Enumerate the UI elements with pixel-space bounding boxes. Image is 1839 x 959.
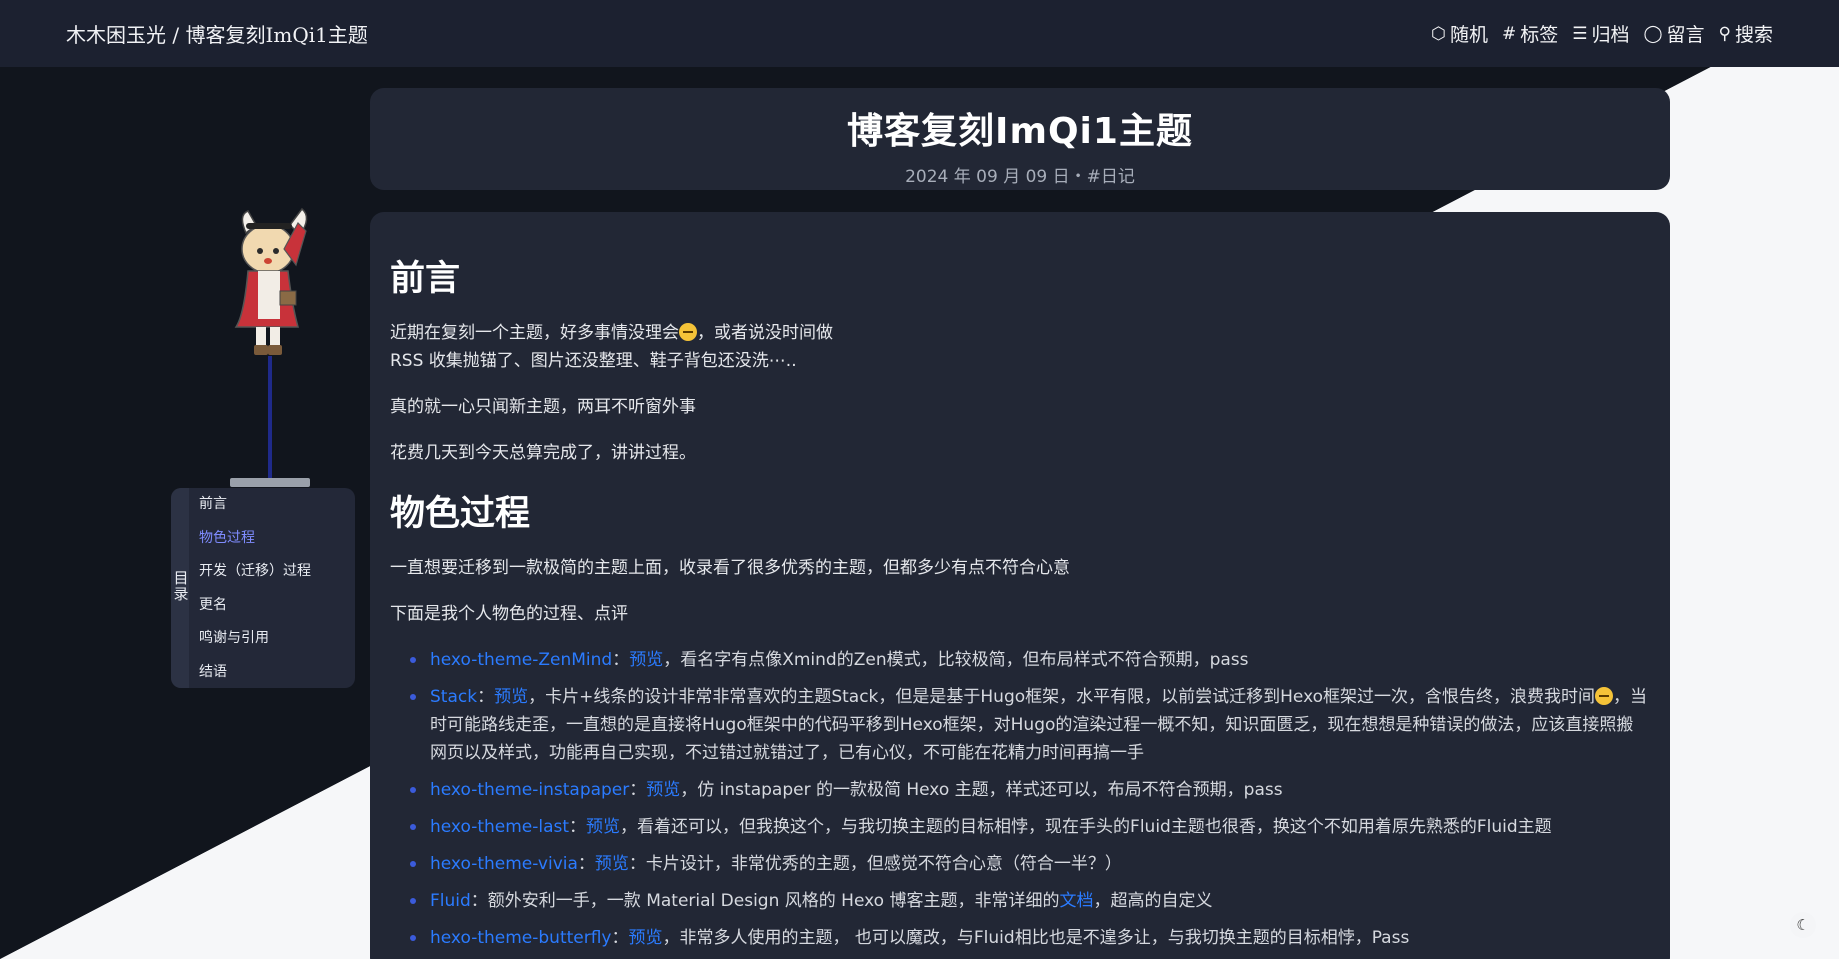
nav-links: ⬡ 随机 # 标签 ☰ 归档 ◯ 留言 ⚲ 搜索 — [1431, 20, 1773, 47]
heading-intro: 前言 — [390, 259, 461, 299]
toc-item-process[interactable]: 物色过程 — [199, 528, 311, 562]
pendulum-bar[interactable] — [230, 478, 310, 487]
paragraph-1-a: 近期在复刻一个主题，好多事情没理会 — [390, 323, 679, 343]
expressionless-emoji-icon — [1595, 687, 1614, 705]
preview-link[interactable]: 预览 — [595, 854, 629, 874]
expressionless-emoji-icon — [679, 323, 697, 341]
page: 木木困玉光 / 博客复刻ImQi1主题 ⬡ 随机 # 标签 ☰ 归档 ◯ 留言 … — [0, 0, 1839, 959]
toc-item-dev[interactable]: 开发（迁移）过程 — [199, 561, 311, 595]
paragraph-1: 近期在复刻一个主题，好多事情没理会 ，或者说没时间做 RSS 收集抛锚了、图片还没… — [390, 319, 1650, 375]
nav-search[interactable]: ⚲ 搜索 — [1719, 20, 1773, 47]
paragraph-5: 下面是我个人物色的过程、点评 — [390, 604, 628, 624]
nav-comments[interactable]: ◯ 留言 — [1643, 20, 1704, 47]
theme-toggle-button[interactable]: ☾ — [1790, 912, 1816, 938]
preview-link[interactable]: 预览 — [646, 780, 680, 800]
link-stack[interactable]: Stack — [430, 687, 477, 707]
pendulum-rope — [268, 356, 272, 478]
item-text: ，看名字有点像Xmind的Zen模式，比较极简，但布局样式不符合预期，pass — [663, 650, 1249, 670]
list-icon: ☰ — [1572, 23, 1588, 44]
post-content-card: 前言 近期在复刻一个主题，好多事情没理会 ，或者说没时间做 RSS 收集抛锚了、图… — [370, 212, 1670, 959]
toc-list: 前言 物色过程 开发（迁移）过程 更名 鸣谢与引用 结语 — [199, 494, 311, 695]
preview-link[interactable]: 预览 — [629, 650, 663, 670]
link-butterfly[interactable]: hexo-theme-butterfly — [430, 928, 612, 948]
list-item: hexo-theme-ZenMind：预览，看名字有点像Xmind的Zen模式，… — [410, 646, 1650, 674]
item-text: ：卡片设计，非常优秀的主题，但感觉不符合心意（符合一半？） — [628, 854, 1122, 874]
hash-icon: # — [1501, 23, 1517, 44]
paragraph-1-b: ，或者说没时间做 — [697, 323, 833, 343]
item-text: ：额外安利一手，一款 Material Design 风格的 Hexo 博客主题… — [470, 891, 1060, 911]
nav-archive[interactable]: ☰ 归档 — [1572, 20, 1629, 47]
paragraph-4: 一直想要迁移到一款极简的主题上面，收录看了很多优秀的主题，但都多少有点不符合心意 — [390, 558, 1070, 578]
nav-comments-label: 留言 — [1666, 24, 1705, 46]
post-header-card: 博客复刻ImQi1主题 2024 年 09 月 09 日・#日记 — [370, 88, 1670, 190]
paragraph-1-c: RSS 收集抛锚了、图片还没整理、鞋子背包还没洗⋯.. — [390, 351, 797, 371]
toc-item-thanks[interactable]: 鸣谢与引用 — [199, 628, 311, 662]
preview-link[interactable]: 预览 — [629, 928, 663, 948]
nav-tags[interactable]: # 标签 — [1502, 20, 1558, 47]
heading-process: 物色过程 — [390, 494, 531, 534]
nav-tags-label: 标签 — [1520, 24, 1559, 46]
top-nav: 木木困玉光 / 博客复刻ImQi1主题 ⬡ 随机 # 标签 ☰ 归档 ◯ 留言 … — [0, 0, 1839, 67]
nav-random[interactable]: ⬡ 随机 — [1431, 20, 1488, 47]
preview-link[interactable]: 预览 — [494, 687, 528, 707]
link-fluid[interactable]: Fluid — [430, 891, 471, 911]
link-instapaper[interactable]: hexo-theme-instapaper — [430, 780, 629, 800]
item-text: ，仿 instapaper 的一款极简 Hexo 主题，样式还可以，布局不符合预… — [680, 780, 1283, 800]
list-item: Stack：预览，卡片+线条的设计非常非常喜欢的主题Stack，但是是基于Hug… — [410, 683, 1650, 767]
toc-item-ending[interactable]: 结语 — [199, 662, 311, 696]
nav-random-label: 随机 — [1449, 24, 1488, 46]
item-text: ，卡片+线条的设计非常非常喜欢的主题Stack，但是是基于Hugo框架，水平有限… — [528, 687, 1596, 707]
item-text: ，非常多人使用的主题， 也可以魔改，与Fluid相比也是不遑多让，与我切换主题的… — [662, 928, 1410, 948]
nav-archive-label: 归档 — [1591, 24, 1630, 46]
moon-icon: ☾ — [1796, 916, 1810, 934]
table-of-contents: 目录 前言 物色过程 开发（迁移）过程 更名 鸣谢与引用 结语 — [171, 488, 355, 688]
toc-item-rename[interactable]: 更名 — [199, 595, 311, 629]
preview-link[interactable]: 预览 — [586, 817, 620, 837]
list-item: hexo-theme-instapaper：预览，仿 instapaper 的一… — [410, 776, 1650, 804]
list-item: hexo-theme-vivia：预览：卡片设计，非常优秀的主题，但感觉不符合心… — [410, 850, 1650, 878]
item-text: ，看着还可以，但我换这个，与我切换主题的目标相悖，现在手头的Fluid主题也很香… — [620, 817, 1552, 837]
mascot-image — [234, 207, 308, 355]
post-meta: 2024 年 09 月 09 日・#日记 — [905, 167, 1135, 187]
docs-link[interactable]: 文档 — [1059, 891, 1093, 911]
post-title: 博客复刻ImQi1主题 — [847, 111, 1193, 152]
list-item: Fluid：额外安利一手，一款 Material Design 风格的 Hexo… — [410, 887, 1650, 915]
item-text-b: ，超高的自定义 — [1093, 891, 1213, 911]
toc-item-intro[interactable]: 前言 — [199, 494, 311, 528]
paragraph-3: 花费几天到今天总算完成了，讲讲过程。 — [390, 443, 696, 463]
toc-title: 目录 — [173, 569, 189, 603]
paragraph-2: 真的就一心只闻新主题，两耳不听窗外事 — [390, 397, 696, 417]
search-icon: ⚲ — [1718, 23, 1731, 44]
link-zenmind[interactable]: hexo-theme-ZenMind — [430, 650, 612, 670]
theme-list: hexo-theme-ZenMind：预览，看名字有点像Xmind的Zen模式，… — [410, 646, 1650, 952]
nav-search-label: 搜索 — [1734, 24, 1773, 46]
link-last[interactable]: hexo-theme-last — [430, 817, 569, 837]
link-vivia[interactable]: hexo-theme-vivia — [430, 854, 578, 874]
site-brand[interactable]: 木木困玉光 / 博客复刻ImQi1主题 — [66, 19, 368, 48]
comment-icon: ◯ — [1643, 23, 1663, 44]
cube-icon: ⬡ — [1431, 23, 1446, 44]
list-item: hexo-theme-last：预览，看着还可以，但我换这个，与我切换主题的目标… — [410, 813, 1650, 841]
list-item: hexo-theme-butterfly：预览，非常多人使用的主题， 也可以魔改… — [410, 924, 1650, 952]
